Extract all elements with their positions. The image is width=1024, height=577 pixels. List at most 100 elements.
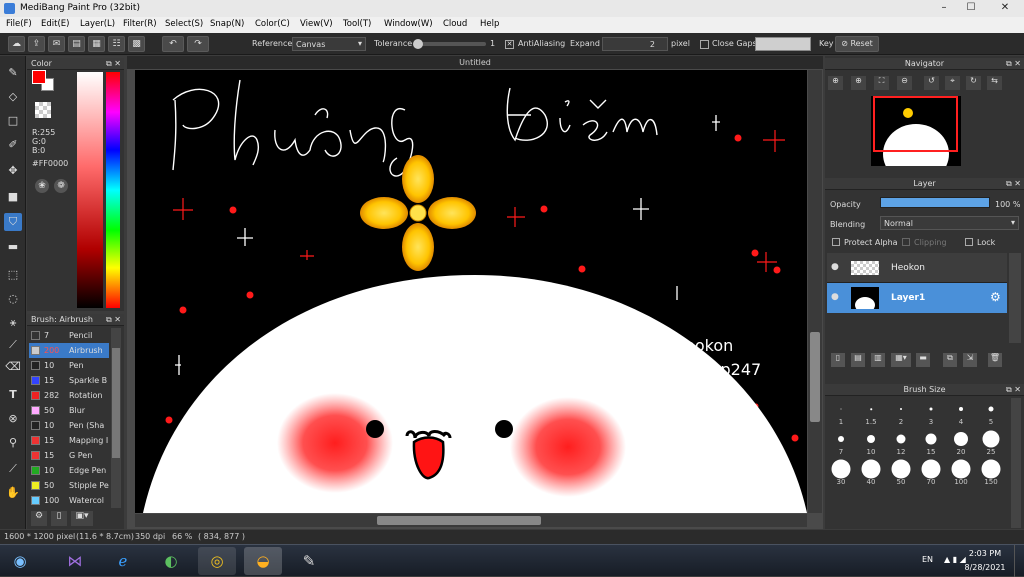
tolerance-slider[interactable]: [413, 39, 486, 49]
navigator-viewport-rect[interactable]: [873, 96, 958, 152]
menu-edit[interactable]: Edit(E): [41, 19, 69, 29]
dot-tool-icon[interactable]: □: [4, 112, 22, 130]
canvas-horizontal-scrollbar[interactable]: [135, 514, 807, 527]
menu-color[interactable]: Color(C): [255, 19, 290, 29]
rotate-right-icon[interactable]: ↻: [966, 76, 981, 90]
canvas-vertical-scrollbar[interactable]: [808, 70, 822, 513]
brush-size-option[interactable]: 12: [887, 428, 915, 456]
brush-list-item[interactable]: 15 G Pen: [29, 448, 109, 463]
show-desktop-button[interactable]: [1014, 545, 1024, 577]
reset-button[interactable]: ⊘ Reset: [835, 36, 879, 52]
menu-snap[interactable]: Snap(N): [210, 19, 244, 29]
visual-studio-icon[interactable]: ⋈: [56, 547, 94, 575]
panel-controls-icon[interactable]: ⧉ ✕: [1006, 384, 1021, 396]
close-gaps-checkbox[interactable]: [700, 40, 709, 49]
menu-select[interactable]: Select(S): [165, 19, 203, 29]
brush-list-item[interactable]: 7 Pencil: [29, 328, 109, 343]
select-rect-tool-icon[interactable]: ⬚: [4, 266, 22, 284]
brush-size-scrollbar[interactable]: [1011, 398, 1021, 528]
grid-icon[interactable]: ▩: [128, 36, 145, 52]
brush-menu-icon[interactable]: ▣▾: [71, 511, 93, 526]
merge-down-icon[interactable]: ⇲: [963, 353, 977, 367]
comment-icon[interactable]: ✉: [48, 36, 65, 52]
divide-tool-icon[interactable]: ⟋: [4, 460, 22, 478]
brush-list-item[interactable]: 15 Mapping I: [29, 433, 109, 448]
new-8bit-layer-icon[interactable]: ▤: [851, 353, 865, 367]
color-saturation-strip[interactable]: [77, 72, 103, 308]
layer-list-scrollbar[interactable]: [1009, 253, 1021, 343]
menu-view[interactable]: View(V): [300, 19, 333, 29]
brush-list-item[interactable]: 15 Sparkle B: [29, 373, 109, 388]
chrome-icon[interactable]: ◎: [198, 547, 236, 575]
eyedropper-tool-icon[interactable]: ⚲: [4, 434, 22, 452]
brush-size-option[interactable]: 25: [977, 428, 1005, 456]
document-icon[interactable]: ▦: [88, 36, 105, 52]
eraser-tool-icon[interactable]: ◇: [4, 88, 22, 106]
brush-size-option[interactable]: 10: [857, 428, 885, 456]
clipping-checkbox[interactable]: [902, 238, 910, 246]
pen-tool-icon[interactable]: ✐: [4, 136, 22, 154]
flip-icon[interactable]: ⇆: [987, 76, 1002, 90]
brush-list-item[interactable]: 50 Blur: [29, 403, 109, 418]
clock-time[interactable]: 2:03 PM: [965, 549, 1005, 558]
tolerance-slider-handle[interactable]: [413, 39, 423, 49]
menu-filter[interactable]: Filter(R): [123, 19, 157, 29]
brush-size-option[interactable]: 2: [887, 398, 915, 426]
minimize-button[interactable]: –: [933, 0, 955, 17]
gear-icon[interactable]: ⚙: [990, 290, 1001, 304]
message-icon[interactable]: ▤: [68, 36, 85, 52]
brush-size-option[interactable]: 40: [857, 458, 885, 486]
menu-layer[interactable]: Layer(L): [80, 19, 115, 29]
properties-icon[interactable]: ☷: [108, 36, 125, 52]
language-indicator[interactable]: EN: [922, 555, 933, 564]
duplicate-layer-icon[interactable]: ⧉: [943, 353, 957, 367]
clock-date[interactable]: 8/28/2021: [962, 563, 1008, 572]
panel-controls-icon[interactable]: ⧉ ✕: [106, 314, 121, 326]
brush-list-item[interactable]: 10 Pen: [29, 358, 109, 373]
menu-file[interactable]: File(F): [6, 19, 32, 29]
select-pen-tool-icon[interactable]: ⟋: [4, 336, 22, 354]
cloud-icon[interactable]: ☁: [8, 36, 25, 52]
protect-alpha-checkbox[interactable]: [832, 238, 840, 246]
brush-list-item[interactable]: 10 Edge Pen: [29, 463, 109, 478]
new-brush-icon[interactable]: ▯: [51, 511, 67, 526]
eye-icon[interactable]: ●: [831, 292, 839, 302]
palette-settings-icon[interactable]: ❁: [54, 179, 68, 193]
menu-tool[interactable]: Tool(T): [343, 19, 371, 29]
close-window-button[interactable]: ✕: [990, 0, 1020, 17]
brush-size-option[interactable]: 100: [947, 458, 975, 486]
panel-controls-icon[interactable]: ⧉ ✕: [1006, 58, 1021, 70]
bucket-tool-icon[interactable]: ⛉: [4, 213, 22, 231]
brush-size-option[interactable]: 70: [917, 458, 945, 486]
brush-size-option[interactable]: 7: [827, 428, 855, 456]
menu-cloud[interactable]: Cloud: [443, 19, 467, 29]
share-icon[interactable]: ⇪: [28, 36, 45, 52]
zoom-in-icon[interactable]: ⊕: [828, 76, 843, 90]
brush-size-option[interactable]: 20: [947, 428, 975, 456]
navigator-preview[interactable]: [871, 96, 961, 166]
horizontal-scrollbar-thumb[interactable]: [377, 516, 541, 525]
panel-controls-icon[interactable]: ⧉ ✕: [1006, 178, 1021, 190]
palette-icon[interactable]: ❀: [35, 179, 49, 193]
hand-tool-icon[interactable]: ✋: [4, 484, 22, 502]
operation-tool-icon[interactable]: ⊗: [4, 410, 22, 428]
folder-icon[interactable]: ▬: [916, 353, 930, 367]
internet-explorer-icon[interactable]: ℯ: [104, 547, 142, 575]
brush-size-option[interactable]: 150: [977, 458, 1005, 486]
paint-palette-icon[interactable]: ✎: [290, 547, 328, 575]
lock-checkbox[interactable]: [965, 238, 973, 246]
rotate-left-icon[interactable]: ↺: [924, 76, 939, 90]
layer-row-heokon[interactable]: ● Heokon: [827, 253, 1007, 283]
select-eraser-tool-icon[interactable]: ⌫: [4, 358, 22, 376]
brush-size-option[interactable]: 4: [947, 398, 975, 426]
antialiasing-checkbox[interactable]: ✕: [505, 40, 514, 49]
brush-size-option[interactable]: 30: [827, 458, 855, 486]
zoom-in-plus-icon[interactable]: ⊕: [851, 76, 866, 90]
reset-rotation-icon[interactable]: ⌖: [945, 76, 960, 90]
brush-size-option[interactable]: 3: [917, 398, 945, 426]
brush-list-item[interactable]: 10 Pen (Sha: [29, 418, 109, 433]
menu-help[interactable]: Help: [480, 19, 499, 29]
drawing-canvas[interactable]: Heokon #hoidap247: [135, 70, 807, 513]
brush-list-item[interactable]: 282 Rotation: [29, 388, 109, 403]
foreground-color-swatch[interactable]: [32, 70, 46, 84]
